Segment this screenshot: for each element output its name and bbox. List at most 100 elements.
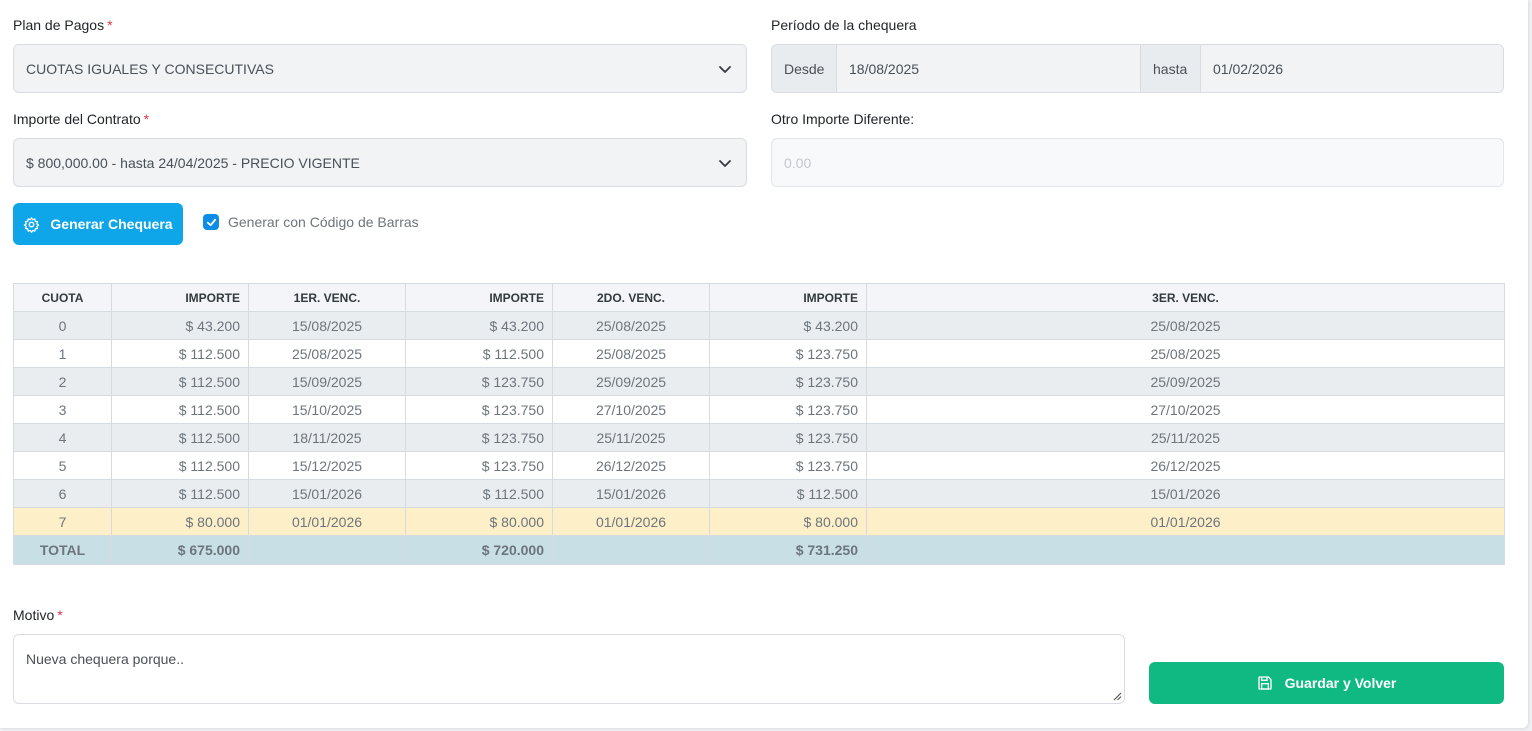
cuota-cell: 2 <box>13 367 112 396</box>
importe-cell: $ 80.000 <box>405 507 553 536</box>
generar-chequera-label: Generar Chequera <box>50 216 173 232</box>
importe-cell: $ 112.500 <box>405 339 553 368</box>
importe-cell: $ 123.750 <box>405 423 553 452</box>
required-mark: * <box>107 17 113 33</box>
importe-contrato-label: Importe del Contrato * <box>13 111 150 127</box>
cuota-cell: 6 <box>13 479 112 508</box>
hasta-date-input[interactable]: 01/02/2026 <box>1201 45 1503 92</box>
codigo-barras-checkbox[interactable] <box>203 214 219 230</box>
table-row: 6 $ 112.500 15/01/2026 $ 112.500 15/01/2… <box>13 479 1505 508</box>
importe-cell: $ 112.500 <box>111 451 249 480</box>
chevron-down-icon <box>719 160 731 167</box>
importe-cell: $ 123.750 <box>709 451 867 480</box>
venc-cell: 15/01/2026 <box>866 479 1505 508</box>
importe-cell: $ 43.200 <box>709 311 867 340</box>
venc-cell: 27/10/2025 <box>552 395 710 424</box>
venc-cell: 25/08/2025 <box>248 339 406 368</box>
importe-cell: $ 112.500 <box>111 423 249 452</box>
codigo-barras-label[interactable]: Generar con Código de Barras <box>228 214 419 230</box>
table-total-row: TOTAL $ 675.000 $ 720.000 $ 731.250 <box>13 535 1505 565</box>
guardar-volver-label: Guardar y Volver <box>1284 675 1397 691</box>
venc-cell: 15/08/2025 <box>248 311 406 340</box>
importe-cell: $ 112.500 <box>111 367 249 396</box>
periodo-label: Período de la chequera <box>771 17 917 33</box>
importe-cell: $ 123.750 <box>405 367 553 396</box>
total-label: TOTAL <box>13 535 112 565</box>
importe-cell: $ 123.750 <box>709 423 867 452</box>
motivo-textarea[interactable]: Nueva chequera porque.. <box>13 634 1125 704</box>
importe-cell: $ 123.750 <box>709 367 867 396</box>
venc-cell: 25/08/2025 <box>866 311 1505 340</box>
plan-pagos-label: Plan de Pagos * <box>13 17 113 33</box>
venc-cell: 25/09/2025 <box>866 367 1505 396</box>
col-header-importe-2: IMPORTE <box>405 283 553 312</box>
venc-cell: 18/11/2025 <box>248 423 406 452</box>
venc-cell: 25/11/2025 <box>866 423 1505 452</box>
table-row: 4 $ 112.500 18/11/2025 $ 123.750 25/11/2… <box>13 423 1505 452</box>
importe-cell: $ 123.750 <box>709 339 867 368</box>
venc-cell: 25/09/2025 <box>552 367 710 396</box>
total-importe-3: $ 731.250 <box>709 535 867 565</box>
importe-cell: $ 80.000 <box>709 507 867 536</box>
venc-cell: 15/01/2026 <box>552 479 710 508</box>
importe-cell: $ 112.500 <box>111 339 249 368</box>
venc-cell: 15/10/2025 <box>248 395 406 424</box>
plan-pagos-select[interactable]: CUOTAS IGUALES Y CONSECUTIVAS <box>13 44 747 93</box>
periodo-input-group: Desde 18/08/2025 hasta 01/02/2026 <box>771 44 1504 93</box>
importe-contrato-select[interactable]: $ 800,000.00 - hasta 24/04/2025 - PRECIO… <box>13 138 747 187</box>
importe-cell: $ 123.750 <box>405 451 553 480</box>
total-empty-cell <box>552 535 710 565</box>
total-importe-1: $ 675.000 <box>111 535 249 565</box>
table-row: 0 $ 43.200 15/08/2025 $ 43.200 25/08/202… <box>13 311 1505 340</box>
table-row: 1 $ 112.500 25/08/2025 $ 112.500 25/08/2… <box>13 339 1505 368</box>
cuota-cell: 5 <box>13 451 112 480</box>
venc-cell: 25/11/2025 <box>552 423 710 452</box>
table-row: 3 $ 112.500 15/10/2025 $ 123.750 27/10/2… <box>13 395 1505 424</box>
otro-importe-label: Otro Importe Diferente: <box>771 111 915 127</box>
table-row: 2 $ 112.500 15/09/2025 $ 123.750 25/09/2… <box>13 367 1505 396</box>
venc-cell: 01/01/2026 <box>248 507 406 536</box>
hasta-addon: hasta <box>1140 45 1201 92</box>
importe-cell: $ 80.000 <box>111 507 249 536</box>
form-panel: Plan de Pagos * CUOTAS IGUALES Y CONSECUT… <box>0 0 1528 728</box>
guardar-volver-button[interactable]: Guardar y Volver <box>1149 662 1504 704</box>
venc-cell: 15/12/2025 <box>248 451 406 480</box>
venc-cell: 25/08/2025 <box>552 311 710 340</box>
total-importe-2: $ 720.000 <box>405 535 553 565</box>
cuota-cell: 4 <box>13 423 112 452</box>
desde-date-input[interactable]: 18/08/2025 <box>837 45 1140 92</box>
venc-cell: 25/08/2025 <box>552 339 710 368</box>
venc-cell: 15/01/2026 <box>248 479 406 508</box>
required-mark: * <box>143 111 150 127</box>
venc-cell: 27/10/2025 <box>866 395 1505 424</box>
col-header-importe-3: IMPORTE <box>709 283 867 312</box>
cuota-cell: 3 <box>13 395 112 424</box>
venc-cell: 01/01/2026 <box>866 507 1505 536</box>
otro-importe-input[interactable]: 0.00 <box>771 138 1504 187</box>
table-header-row: CUOTA IMPORTE 1ER. VENC. IMPORTE 2DO. VE… <box>13 283 1505 312</box>
importe-cell: $ 123.750 <box>709 395 867 424</box>
resize-handle-icon[interactable] <box>1112 691 1122 701</box>
cuota-cell: 7 <box>13 507 112 536</box>
required-mark: * <box>57 607 63 623</box>
col-header-3er-venc: 3ER. VENC. <box>866 283 1505 312</box>
importe-cell: $ 43.200 <box>405 311 553 340</box>
col-header-1er-venc: 1ER. VENC. <box>248 283 406 312</box>
desde-addon: Desde <box>772 45 837 92</box>
venc-cell: 01/01/2026 <box>552 507 710 536</box>
col-header-2do-venc: 2DO. VENC. <box>552 283 710 312</box>
total-empty-cell <box>866 535 1505 565</box>
col-header-importe-1: IMPORTE <box>111 283 249 312</box>
total-empty-cell <box>248 535 406 565</box>
save-icon <box>1257 676 1272 690</box>
importe-cell: $ 112.500 <box>405 479 553 508</box>
check-icon <box>206 218 216 226</box>
cuota-cell: 0 <box>13 311 112 340</box>
importe-cell: $ 112.500 <box>709 479 867 508</box>
generar-chequera-button[interactable]: Generar Chequera <box>13 203 183 245</box>
importe-cell: $ 112.500 <box>111 479 249 508</box>
table-row: 5 $ 112.500 15/12/2025 $ 123.750 26/12/2… <box>13 451 1505 480</box>
gear-icon <box>24 216 40 233</box>
table-row-highlighted: 7 $ 80.000 01/01/2026 $ 80.000 01/01/202… <box>13 507 1505 536</box>
cuotas-table: CUOTA IMPORTE 1ER. VENC. IMPORTE 2DO. VE… <box>13 283 1505 565</box>
